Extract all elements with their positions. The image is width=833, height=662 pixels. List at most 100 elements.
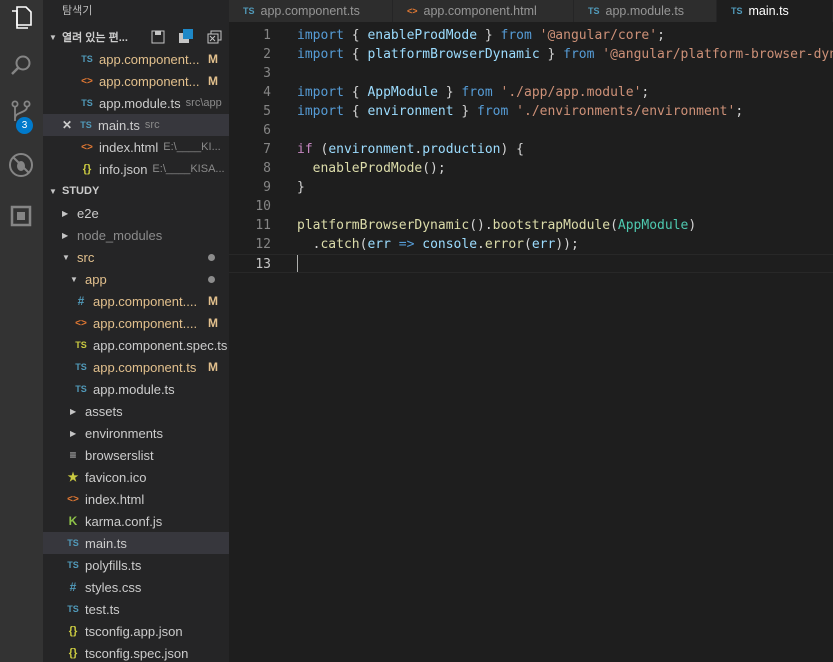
code-line[interactable]: 1 import { enableProdMode } from '@angula… (229, 26, 833, 45)
tab-label: main.ts (748, 4, 789, 18)
chevron-right-icon: ▶ (70, 428, 77, 438)
code-line[interactable]: 12 .catch(err => console.error(err)); (229, 235, 833, 254)
open-editor-item[interactable]: {} info.json E:\____KISA... (43, 158, 229, 180)
open-editor-item[interactable]: <> app.component... M (43, 70, 229, 92)
tree-folder-app[interactable]: ▼ app (43, 268, 229, 290)
tree-file[interactable]: K karma.conf.js (43, 510, 229, 532)
close-all-icon[interactable] (207, 30, 222, 47)
code-line[interactable]: 13 (229, 254, 833, 273)
code-token: platformBrowserDynamic (367, 47, 540, 62)
extensions-icon[interactable] (5, 200, 37, 232)
tree-folder-assets[interactable]: ▶ assets (43, 400, 229, 422)
scm-badge: 3 (16, 117, 33, 134)
code-line[interactable]: 6 (229, 121, 833, 140)
code-token: ) { (500, 142, 524, 157)
code-token: '@angular/platform-browser-dyna (602, 47, 833, 62)
code-token: './app/app.module' (500, 85, 642, 100)
tab-app-module-ts[interactable]: TS app.module.ts (574, 0, 717, 22)
tab-main-ts[interactable]: TS main.ts (717, 0, 833, 22)
tree-file[interactable]: TS app.component.spec.ts (43, 334, 229, 356)
code-token: import (297, 47, 344, 62)
file-name: app.component... (99, 51, 200, 67)
file-name: app.component.spec.ts (93, 337, 228, 353)
file-name: polyfills.ts (85, 557, 142, 573)
folder-name: app (85, 271, 107, 287)
json-file-icon: {} (82, 163, 92, 175)
line-number: 2 (263, 47, 271, 62)
save-files-icon[interactable] (178, 29, 194, 47)
line-number: 9 (263, 180, 271, 195)
html-file-icon: <> (407, 6, 418, 16)
tree-file[interactable]: {} tsconfig.spec.json (43, 642, 229, 662)
typescript-file-icon: TS (731, 6, 743, 16)
tree-file[interactable]: ★ favicon.ico (43, 466, 229, 488)
code-token: } (453, 104, 478, 119)
tree-file[interactable]: <> index.html (43, 488, 229, 510)
tree-file[interactable]: TS test.ts (43, 598, 229, 620)
open-editor-item[interactable]: TS app.component... M (43, 48, 229, 70)
tree-file[interactable]: TS app.component.ts M (43, 356, 229, 378)
file-name: app.module.ts (99, 95, 181, 111)
code-line[interactable]: 10 (229, 197, 833, 216)
code-token: import (297, 104, 344, 119)
typescript-file-icon: TS (67, 604, 79, 614)
open-editor-item-active[interactable]: ✕ TS main.ts src (43, 114, 229, 136)
line-number: 13 (255, 257, 271, 272)
code-token: AppModule (617, 218, 689, 233)
code-token: from (461, 85, 493, 100)
tab-label: app.component.html (423, 4, 537, 18)
tree-file[interactable]: TS polyfills.ts (43, 554, 229, 576)
tree-folder-e2e[interactable]: ▶ e2e (43, 202, 229, 224)
search-icon[interactable] (5, 50, 37, 82)
tree-file[interactable]: # app.component.... M (43, 290, 229, 312)
open-editors-label: 열려 있는 편... (62, 32, 128, 44)
html-file-icon: <> (81, 75, 93, 87)
file-name: main.ts (98, 117, 140, 133)
karma-file-icon: K (68, 514, 78, 528)
debug-icon[interactable] (5, 149, 37, 181)
tree-file[interactable]: <> app.component.... M (43, 312, 229, 334)
tree-file-active[interactable]: TS main.ts (43, 532, 229, 554)
save-all-icon[interactable] (151, 30, 165, 47)
tree-file[interactable]: ≡ browserslist (43, 444, 229, 466)
open-editor-item[interactable]: TS app.module.ts src\app (43, 92, 229, 114)
code-editor[interactable]: 1 import { enableProdMode } from '@angula… (229, 22, 833, 662)
tree-folder-environments[interactable]: ▶ environments (43, 422, 229, 444)
list-file-icon: ≡ (69, 448, 77, 462)
code-line[interactable]: 9} (229, 178, 833, 197)
code-line[interactable]: 11 platformBrowserDynamic().bootstrapModu… (229, 216, 833, 235)
code-token: err (531, 237, 556, 252)
chevron-down-icon: ▼ (49, 32, 57, 42)
code-line[interactable]: 7 if (environment.production) { (229, 140, 833, 159)
tab-app-component-html[interactable]: <> app.component.html (393, 0, 574, 22)
file-path: E:\____KI... (163, 141, 221, 153)
line-number: 10 (255, 199, 271, 214)
study-folder-header[interactable]: ▼ STUDY (43, 180, 229, 202)
code-token: platformBrowserDynamic (297, 218, 470, 233)
code-line[interactable]: 3 (229, 64, 833, 83)
code-line[interactable]: 5 import { environment } from './environm… (229, 102, 833, 121)
code-line[interactable]: 2 import { platformBrowserDynamic } from … (229, 45, 833, 64)
sidebar-title: 탐색기 (62, 5, 93, 17)
line-number: 3 (263, 66, 271, 81)
file-name: app.component.ts (93, 359, 197, 375)
code-line[interactable]: 8 enableProdMode(); (229, 159, 833, 178)
html-file-icon: <> (81, 141, 93, 153)
tree-file[interactable]: # styles.css (43, 576, 229, 598)
files-icon[interactable] (5, 2, 37, 34)
tab-app-component-ts[interactable]: TS app.component.ts (229, 0, 393, 22)
open-editors-header[interactable]: ▼ 열려 있는 편... (43, 26, 229, 48)
tree-file[interactable]: TS app.module.ts (43, 378, 229, 400)
code-text: import { platformBrowserDynamic } from '… (297, 45, 833, 64)
open-editor-item[interactable]: <> index.html E:\____KI... (43, 136, 229, 158)
tree-folder-node-modules[interactable]: ▶ node_modules (43, 224, 229, 246)
close-icon[interactable]: ✕ (62, 118, 74, 132)
chevron-down-icon: ▼ (49, 186, 57, 196)
typescript-file-icon: TS (588, 6, 600, 16)
tree-file[interactable]: {} tsconfig.app.json (43, 620, 229, 642)
file-name: app.component.... (93, 293, 198, 309)
code-line[interactable]: 4 import { AppModule } from './app/app.mo… (229, 83, 833, 102)
tree-folder-src[interactable]: ▼ src (43, 246, 229, 268)
